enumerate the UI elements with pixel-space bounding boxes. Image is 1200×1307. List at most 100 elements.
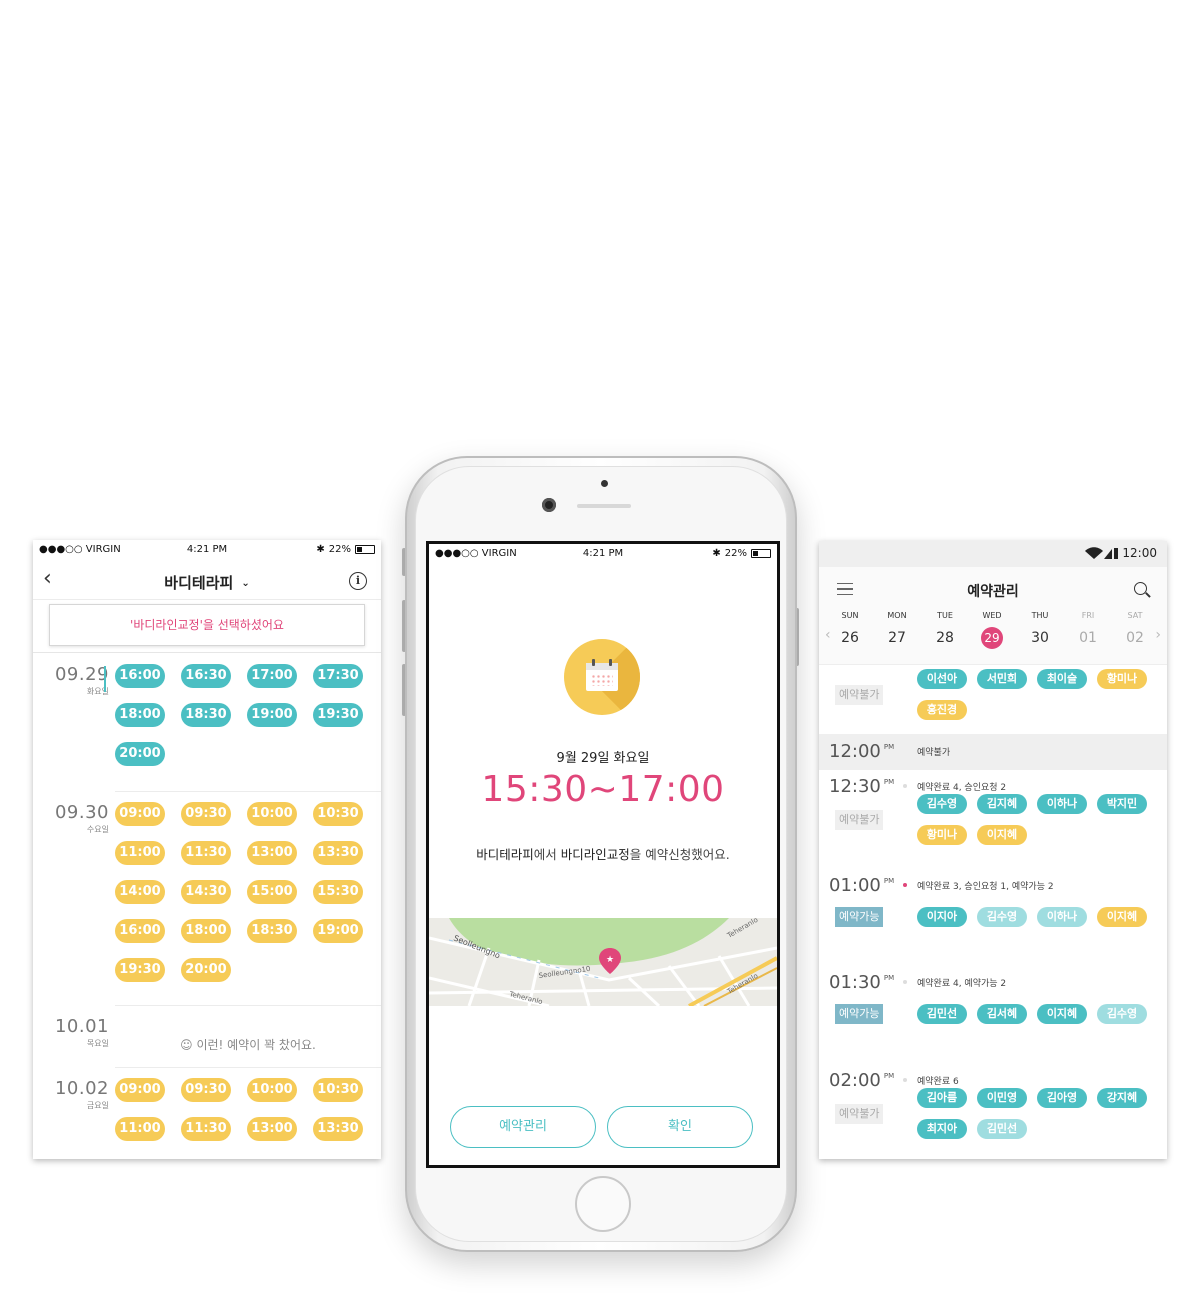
map-graphic: Seolleungno Seolleungno10 Teheranlo Tehe… xyxy=(429,918,777,1006)
time-slot-button[interactable]: 11:30 xyxy=(181,1117,231,1141)
time-slot-button[interactable]: 16:30 xyxy=(181,664,231,688)
customer-chip[interactable]: 서민희 xyxy=(977,669,1027,689)
time-slot-button[interactable]: 19:00 xyxy=(313,919,363,943)
time-slot-row[interactable]: 12:30 PM 예약완료 4, 승인요청 2 예약불가 김수영 김지혜 이하나 박지민 황미나… xyxy=(819,776,1167,869)
time-slot-row[interactable]: 01:00 PM 예약완료 3, 승인요청 1, 예약가능 2 예약가능 이지아 김수영 이… xyxy=(819,875,1167,966)
weekday-label: 수요일 xyxy=(86,825,109,834)
weekday-mon[interactable]: MON 27 xyxy=(877,611,917,649)
time-slot-button[interactable]: 09:30 xyxy=(181,1078,231,1102)
time-slot-button[interactable]: 13:30 xyxy=(313,1117,363,1141)
customer-chip[interactable]: 김서혜 xyxy=(977,1004,1027,1024)
customer-chip[interactable]: 김아름 xyxy=(917,1088,967,1108)
time-slot-button[interactable]: 14:00 xyxy=(115,880,165,904)
customer-chip[interactable]: 이선아 xyxy=(917,669,967,689)
customer-chip[interactable]: 김지혜 xyxy=(977,794,1027,814)
day-date: 09.29 화요일 xyxy=(47,664,109,697)
weekday-sat[interactable]: SAT 02 xyxy=(1115,611,1155,649)
weekday-label: 화요일 xyxy=(86,687,109,696)
manage-booking-button[interactable]: 예약관리 xyxy=(450,1106,596,1148)
time-slot-button[interactable]: 09:00 xyxy=(115,802,165,826)
time-slot-button[interactable]: 19:30 xyxy=(313,703,363,727)
time-slot-button[interactable]: 11:00 xyxy=(115,841,165,865)
weekday-fri[interactable]: FRI 01 xyxy=(1068,611,1108,649)
customer-chip[interactable]: 김수영 xyxy=(1097,1004,1147,1024)
time-slot-button[interactable]: 18:00 xyxy=(115,703,165,727)
info-icon[interactable]: i xyxy=(349,572,367,590)
time-slot-button[interactable]: 18:30 xyxy=(181,703,231,727)
customer-chip[interactable]: 이지혜 xyxy=(977,825,1027,845)
customer-chip[interactable]: 최이슬 xyxy=(1037,669,1087,689)
slot-status-dot xyxy=(903,784,907,788)
time-slot-button[interactable]: 13:00 xyxy=(247,841,297,865)
customer-chip[interactable]: 이지혜 xyxy=(1097,907,1147,927)
slot-summary: 예약완료 3, 승인요청 1, 예약가능 2 xyxy=(917,882,1054,892)
slot-time: 12:30 PM xyxy=(829,776,895,797)
customer-chip[interactable]: 이지혜 xyxy=(1037,1004,1087,1024)
time-slot-button[interactable]: 14:30 xyxy=(181,880,231,904)
time-slot-button[interactable]: 13:30 xyxy=(313,841,363,865)
search-icon[interactable] xyxy=(1134,582,1147,595)
confirm-button[interactable]: 확인 xyxy=(607,1106,753,1148)
customer-chip[interactable]: 강지혜 xyxy=(1097,1088,1147,1108)
time-slot-button[interactable]: 17:00 xyxy=(247,664,297,688)
date-number: 10.02 xyxy=(54,1078,109,1099)
customer-chip[interactable]: 김민선 xyxy=(917,1004,967,1024)
page-title[interactable]: 바디테라피 ⌄ xyxy=(33,572,381,593)
customer-chip[interactable]: 김수영 xyxy=(917,794,967,814)
time-slot-button[interactable]: 15:00 xyxy=(247,880,297,904)
customer-chip[interactable]: 홍진경 xyxy=(917,700,967,720)
customer-chip[interactable]: 이하나 xyxy=(1037,907,1087,927)
time-slot-button[interactable]: 16:00 xyxy=(115,919,165,943)
customer-chip[interactable]: 최지아 xyxy=(917,1119,967,1139)
time-slot-button[interactable]: 11:30 xyxy=(181,841,231,865)
status-badge: 예약가능 xyxy=(835,907,884,927)
time-slot-button[interactable]: 18:00 xyxy=(181,919,231,943)
time-slot-button[interactable]: 20:00 xyxy=(181,958,231,982)
date-number: 10.01 xyxy=(54,1016,109,1037)
time-slot-button[interactable]: 19:30 xyxy=(115,958,165,982)
slot-summary: 예약완료 4, 승인요청 2 xyxy=(917,783,1007,793)
slot-time: 01:00 PM xyxy=(829,875,895,896)
page-title: 예약관리 xyxy=(967,584,1019,600)
customer-chip[interactable]: 김민선 xyxy=(977,1119,1027,1139)
customer-chip[interactable]: 이민영 xyxy=(977,1088,1027,1108)
time-slot-button[interactable]: 10:30 xyxy=(313,1078,363,1102)
time-slot-button[interactable]: 10:00 xyxy=(247,802,297,826)
weekday-wed[interactable]: WED 29 xyxy=(972,611,1012,649)
time-slot-button[interactable]: 18:30 xyxy=(247,919,297,943)
customer-chip[interactable]: 황미나 xyxy=(917,825,967,845)
time-slot-row[interactable]: 01:30 PM 예약완료 4, 예약가능 2 예약가능 김민선 김서혜 이지혜 김수영 xyxy=(819,972,1167,1064)
weekday-sun[interactable]: SUN 26 xyxy=(830,611,870,649)
time-slot-button[interactable]: 19:00 xyxy=(247,703,297,727)
customer-chip[interactable]: 김아영 xyxy=(1037,1088,1087,1108)
time-slot-button[interactable]: 09:00 xyxy=(115,1078,165,1102)
time-slot-row[interactable]: 12:00 PM 예약불가 xyxy=(819,741,1167,771)
date-number: 09.29 xyxy=(54,664,109,685)
customer-chip[interactable]: 황미나 xyxy=(1097,669,1147,689)
customer-chip[interactable]: 이하나 xyxy=(1037,794,1087,814)
time-slot-button[interactable]: 13:00 xyxy=(247,1117,297,1141)
home-button[interactable] xyxy=(575,1176,631,1232)
customer-chip[interactable]: 김수영 xyxy=(977,907,1027,927)
customer-chip[interactable]: 이지아 xyxy=(917,907,967,927)
time-slot-button[interactable]: 20:00 xyxy=(115,742,165,766)
customer-chip[interactable]: 박지민 xyxy=(1097,794,1147,814)
chevron-down-icon: ⌄ xyxy=(241,578,250,589)
time-slot-button[interactable]: 11:00 xyxy=(115,1117,165,1141)
location-map[interactable]: Seolleungno Seolleungno10 Teheranlo Tehe… xyxy=(429,918,777,1006)
time-slot-button[interactable]: 10:30 xyxy=(313,802,363,826)
weekday-thu[interactable]: THU 30 xyxy=(1020,611,1060,649)
time-slot-button[interactable]: 15:30 xyxy=(313,880,363,904)
nav-bar: ‹ 바디테라피 ⌄ i xyxy=(33,562,381,600)
front-camera xyxy=(542,498,556,512)
weekday-tue[interactable]: TUE 28 xyxy=(925,611,965,649)
time-slot-row[interactable]: 02:00 PM 예약완료 6 예약불가 김아름 이민영 김아영 강지혜 최지아 김민선 xyxy=(819,1070,1167,1159)
bluetooth-icon: ✱ xyxy=(712,548,721,559)
day-separator xyxy=(115,791,381,792)
time-slot-button[interactable]: 17:30 xyxy=(313,664,363,688)
chevron-right-icon[interactable]: › xyxy=(1155,627,1161,643)
time-slot-button[interactable]: 16:00 xyxy=(115,664,165,688)
iphone-mockup: ●●●○○ VIRGIN 4:21 PM ✱ 22% 9월 29일 화요일 15:… xyxy=(405,456,797,1252)
time-slot-button[interactable]: 09:30 xyxy=(181,802,231,826)
time-slot-button[interactable]: 10:00 xyxy=(247,1078,297,1102)
